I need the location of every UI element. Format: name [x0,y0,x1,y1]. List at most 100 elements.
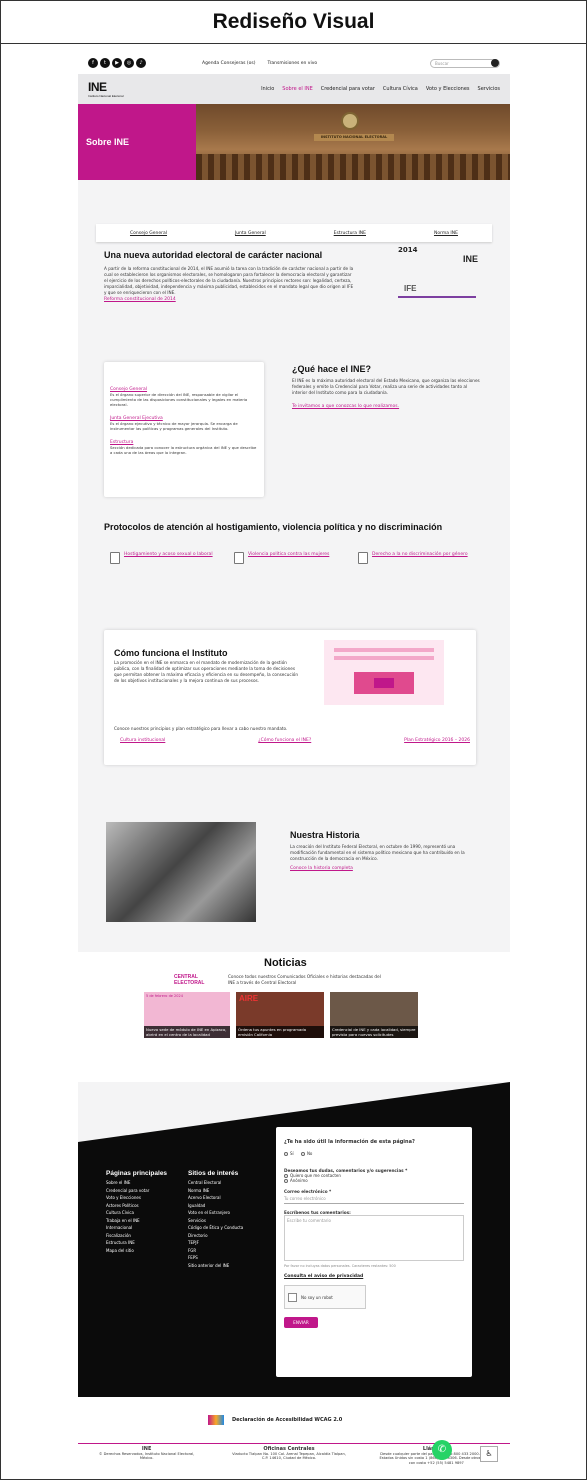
footer-link[interactable]: Internacional [106,1224,186,1232]
nav-menu: Inicio Sobre el INE Credencial para vota… [261,86,500,92]
tab-junta-general[interactable]: Junta General [235,231,266,236]
footer-link[interactable]: Voto y Elecciones [106,1194,186,1202]
send-button[interactable]: ENVIAR [284,1317,318,1328]
radio-anon[interactable] [284,1179,288,1183]
news-card[interactable]: Credencial de INE y cada localidad, siem… [330,992,418,1038]
news-caption: Nuevo sede de módulo de INE en Apizaco, … [144,1026,230,1038]
footer-link[interactable]: Sitio anterior del INE [188,1262,268,1270]
nav-item-voto[interactable]: Voto y Elecciones [426,86,470,92]
contact-col-text: © Derechos Reservados, Instituto Naciona… [98,1451,195,1461]
accessibility-logo-icon [208,1415,224,1425]
seal-icon [341,112,359,130]
footer-link[interactable]: Actores Políticos [106,1202,186,1210]
privacy-link[interactable]: Consulta el aviso de privacidad [284,1274,464,1279]
footer-link[interactable]: Cultura Cívica [106,1209,186,1217]
footer-link[interactable]: Igualdad [188,1202,268,1210]
news-card[interactable]: AIRE Órdena tus apuntes en programada em… [236,992,324,1038]
noticias-title: Noticias [264,957,307,969]
no-label: No [306,1151,313,1156]
organo-desc: Es el órgano superior de dirección del I… [110,392,248,407]
footer-link[interactable]: Central Electoral [188,1179,268,1187]
footer-link[interactable]: FEPS [188,1254,268,1262]
footer-link[interactable]: Fiscalización [106,1232,186,1240]
ine-logo[interactable]: INE Instituto Nacional Electoral [88,80,124,98]
tab-estructura[interactable]: Estructura INE [334,231,366,236]
left-border [0,44,1,1480]
radio-no[interactable] [300,1152,305,1156]
protocolo-label: Violencia política contra las mujeres [248,552,330,557]
anon-label: Anónimo [290,1178,308,1183]
nav-item-credencial[interactable]: Credencial para votar [321,86,375,92]
accessibility-widget-icon[interactable]: ♿ [480,1446,498,1462]
nav-item-inicio[interactable]: Inicio [261,86,274,92]
historia-link[interactable]: Conoce la historia completa [290,866,480,871]
yes-label: Sí [290,1151,294,1156]
captcha-checkbox[interactable] [288,1292,297,1302]
comment-textarea[interactable]: Escribe tu comentario [284,1215,464,1261]
organo-item: Junta General Ejecutiva Es el órgano eje… [110,415,258,431]
footer-col-title: Sitios de interés [188,1170,239,1177]
footer-link[interactable]: Estructura INE [106,1239,186,1247]
footer-link[interactable]: Mapa del sitio [106,1247,186,1255]
footer-link[interactable]: Credencial para votar [106,1187,186,1195]
anon-option[interactable]: Anónimo [284,1178,464,1183]
que-hace-section: ¿Qué hace el INE? El INE es la máxima au… [292,364,482,409]
news-card[interactable]: 5 de febrero de 2024 Nuevo sede de módul… [144,992,230,1038]
plan-link[interactable]: Plan Estratégico 2016 – 2026 [404,738,470,743]
radio-yes[interactable] [284,1152,288,1156]
como-body: La promoción en el INE se enmarca en el … [114,660,298,683]
reforma-link[interactable]: Reforma constitucional de 2014 [104,297,176,302]
website-mockup: f t ▶ ◎ ♪ Agenda Consejeras (os) Transmi… [78,52,510,1472]
tiktok-icon[interactable]: ♪ [136,58,146,68]
protocolo-item[interactable]: Derecho a la no discriminación por géner… [358,552,478,564]
organo-desc: Sección dedicada para conocer la estruct… [110,445,257,455]
como-funciona-link[interactable]: ¿Cómo funciona el INE? [258,738,311,743]
tab-norma[interactable]: Norma INE [434,231,458,236]
protocolos-title: Protocolos de atención al hostigamiento,… [104,522,484,532]
footer-link[interactable]: FGR [188,1247,268,1255]
nav-item-sobre[interactable]: Sobre el INE [282,86,312,92]
protocolo-item[interactable]: Violencia política contra las mujeres [234,552,344,564]
footer-link[interactable]: Directorio [188,1232,268,1240]
document-icon [110,552,120,564]
document-icon [234,552,244,564]
contact-col-text: Viaducto Tlalpan No. 100 Col. Arenal Tep… [232,1451,346,1461]
building-illustration [324,640,444,705]
historia-title: Nuestra Historia [290,830,360,840]
nav-item-cultura[interactable]: Cultura Cívica [383,86,418,92]
accessibility-link[interactable]: Declaración de Accesibilidad WCAG 2.0 [232,1417,342,1423]
historia-section: Nuestra Historia La creación del Institu… [290,830,480,871]
footer-link[interactable]: Código de Ética y Conducta [188,1224,268,1232]
whatsapp-icon[interactable]: ✆ [432,1440,452,1460]
que-hace-body: El INE es la máxima autoridad electoral … [292,378,480,395]
main-navbar: INE Instituto Nacional Electoral Inicio … [78,74,510,104]
ife-mini-logo: IFE [404,284,417,293]
transmisiones-link[interactable]: Transmisiones en vivo [267,61,317,66]
footer-link[interactable]: Servicios [188,1217,268,1225]
que-hace-link[interactable]: Te invitamos a que conozcas lo que reali… [292,404,482,409]
tab-consejo-general[interactable]: Consejo General [130,231,167,236]
protocolo-item[interactable]: Hostigamiento y acoso sexual o laboral [110,552,220,564]
youtube-icon[interactable]: ▶ [112,58,122,68]
search-icon[interactable] [491,59,499,67]
agenda-link[interactable]: Agenda Consejeras (os) [202,61,255,66]
intro-body: A partir de la reforma constitucional de… [104,266,354,295]
nav-item-servicios[interactable]: Servicios [478,86,500,92]
search-input[interactable]: Buscar [430,58,500,68]
footer-link[interactable]: Trabaja en el INE [106,1217,186,1225]
footer-link[interactable]: Norma INE [188,1187,268,1195]
email-field[interactable]: Tu correo electrónico [284,1194,464,1204]
central-electoral-logo[interactable]: CENTRAL ELECTORAL [174,974,220,986]
footer-link[interactable]: Voto en el Extranjero [188,1209,268,1217]
comment-hint: Por favor no incluyas datos personales. … [284,1264,396,1268]
captcha-widget[interactable]: No soy un robot [284,1285,366,1309]
facebook-icon[interactable]: f [88,58,98,68]
cultura-link[interactable]: Cultura institucional [120,738,165,743]
footer-link[interactable]: Acervo Electoral [188,1194,268,1202]
footer-col-main: Páginas principales Sobre el INE Credenc… [106,1170,186,1254]
footer-link[interactable]: TEPJF [188,1239,268,1247]
timeline-graphic: 2014 INE IFE [398,246,478,316]
footer-link[interactable]: Sobre el INE [106,1179,186,1187]
twitter-icon[interactable]: t [100,58,110,68]
instagram-icon[interactable]: ◎ [124,58,134,68]
